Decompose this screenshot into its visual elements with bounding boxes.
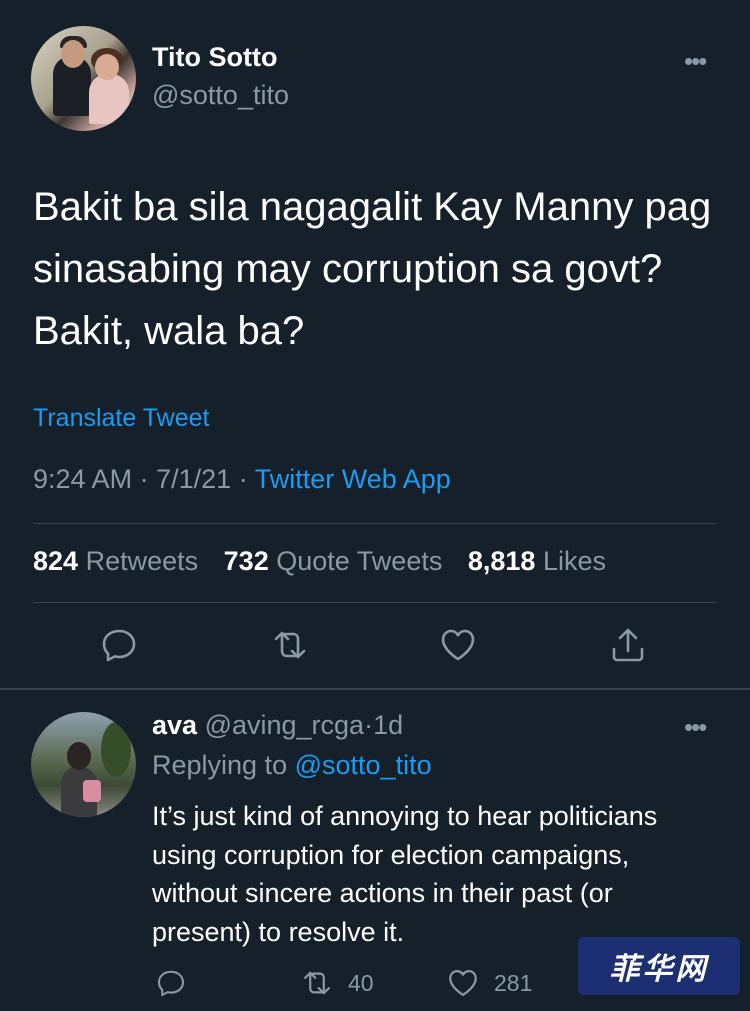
- like-icon: [449, 969, 477, 997]
- translate-tweet-link[interactable]: Translate Tweet: [33, 404, 209, 433]
- replying-prefix: Replying to: [152, 750, 288, 780]
- watermark-logo: 菲华网: [578, 937, 740, 995]
- reply-more-options-icon[interactable]: •••: [684, 712, 707, 743]
- reply-like-action[interactable]: 281: [446, 965, 532, 1001]
- author-name[interactable]: Tito Sotto: [152, 42, 277, 73]
- reply-reply-action[interactable]: [155, 965, 187, 1001]
- reply-separator: ·: [364, 710, 374, 740]
- retweet-icon[interactable]: [270, 625, 310, 665]
- reply-icon[interactable]: [99, 625, 139, 665]
- retweet-icon: [303, 971, 331, 995]
- likes-count: 8,818: [467, 546, 536, 576]
- more-options-icon[interactable]: •••: [684, 46, 707, 77]
- tweet-time[interactable]: 9:24 AM: [33, 464, 132, 494]
- quote-tweets-stat[interactable]: 732 Quote Tweets: [224, 546, 443, 576]
- reply-author-avatar[interactable]: [31, 712, 136, 817]
- reply-text: It’s just kind of annoying to hear polit…: [152, 801, 658, 947]
- retweets-stat[interactable]: 824 Retweets: [33, 546, 198, 576]
- likes-label: Likes: [542, 546, 606, 576]
- reply-retweet-count: 40: [348, 969, 374, 996]
- share-icon[interactable]: [608, 625, 648, 665]
- replying-mention-link[interactable]: @sotto_tito: [295, 750, 432, 780]
- tweet-text: Bakit ba sila nagagalit Kay Manny pag si…: [33, 185, 712, 353]
- tweet-date[interactable]: 7/1/21: [156, 464, 231, 494]
- meta-separator: ·: [238, 464, 248, 494]
- divider: [33, 523, 717, 524]
- reply-author-handle[interactable]: @aving_rcga: [205, 710, 365, 740]
- quotes-count: 732: [223, 546, 269, 576]
- divider: [33, 602, 717, 603]
- retweets-label: Retweets: [85, 546, 199, 576]
- author-avatar[interactable]: [31, 26, 136, 131]
- likes-stat[interactable]: 8,818 Likes: [468, 546, 606, 576]
- reply-header: ava @aving_rcga·1d: [152, 710, 403, 741]
- author-handle[interactable]: @sotto_tito: [152, 80, 289, 111]
- reply-author-name[interactable]: ava: [152, 710, 197, 740]
- meta-separator: ·: [139, 464, 149, 494]
- tweet-stats: 824 Retweets 732 Quote Tweets 8,818 Like…: [33, 546, 624, 577]
- like-icon[interactable]: [438, 625, 478, 665]
- tweet-metadata: 9:24 AM · 7/1/21 · Twitter Web App: [33, 464, 451, 495]
- main-tweet: Tito Sotto @sotto_tito ••• Bakit ba sila…: [0, 0, 750, 688]
- reply-retweet-action[interactable]: 40: [300, 965, 374, 1001]
- section-separator: [0, 688, 750, 690]
- reply-icon: [157, 970, 185, 997]
- quotes-label: Quote Tweets: [276, 546, 443, 576]
- retweets-count: 824: [33, 546, 79, 576]
- replying-to: Replying to @sotto_tito: [152, 750, 432, 781]
- reply-like-count: 281: [494, 969, 533, 996]
- reply-age[interactable]: 1d: [373, 710, 403, 740]
- source-app-link[interactable]: Twitter Web App: [255, 464, 451, 494]
